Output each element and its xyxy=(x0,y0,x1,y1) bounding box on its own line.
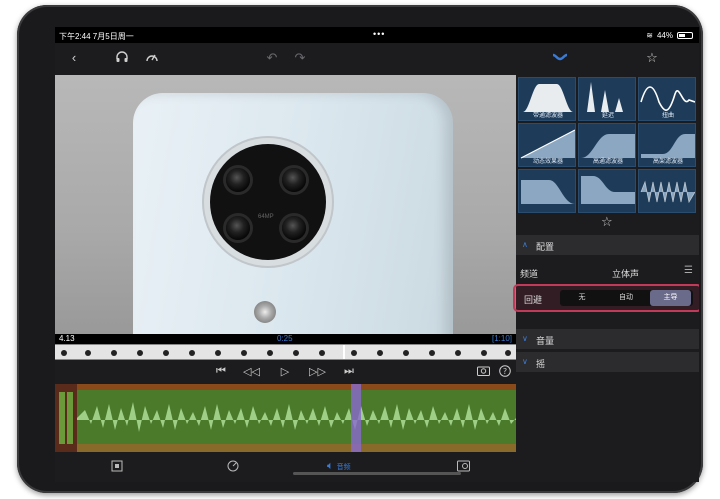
ducking-segmented-control: 无 自动 主导 xyxy=(560,290,693,306)
status-time: 下午2:44 7月5日周一 xyxy=(59,32,134,41)
status-right: ≋ 44% xyxy=(646,31,693,40)
star-icon[interactable]: ☆ xyxy=(643,50,661,66)
audio-playhead-marker[interactable] xyxy=(351,384,361,452)
screen: 下午2:44 7月5日周一 ••• ≋ 44% ‹ ↶ ↷ ☆ 64MP 4.1… xyxy=(55,27,699,482)
bottom-toolbar: 🔈︎ 音频 xyxy=(55,452,699,482)
flash xyxy=(254,301,276,323)
filter-tile-lowshelf[interactable] xyxy=(578,169,636,213)
filter-tile-lowpass[interactable] xyxy=(518,169,576,213)
timeline-center-time: 0:25 xyxy=(277,334,293,343)
chevron-down-icon: ∨ xyxy=(522,334,528,343)
channel-row[interactable]: 频道 立体声 ☰ xyxy=(516,261,699,283)
battery-percent: 44% xyxy=(656,31,673,40)
wifi-icon: ≋ xyxy=(646,31,653,40)
time-bar: 4.13 0:25 [1:10] xyxy=(55,334,516,344)
home-indicator[interactable] xyxy=(293,472,461,475)
config-section-header[interactable]: ∧ 配置 xyxy=(516,235,699,255)
duck-option-primary[interactable]: 主导 xyxy=(650,290,691,306)
step-back-button[interactable]: ◁◁ xyxy=(243,365,260,378)
filter-tile-distortion[interactable]: 扭曲 xyxy=(638,77,696,121)
list-icon[interactable]: ☰ xyxy=(684,265,693,276)
duck-option-auto[interactable]: 自动 xyxy=(606,290,646,306)
camera-module: 64MP xyxy=(204,138,332,266)
phone-image: 64MP xyxy=(133,93,453,334)
video-viewer[interactable]: 64MP xyxy=(55,75,516,334)
playhead-position: 4.13 xyxy=(59,334,75,343)
track-level-meter xyxy=(55,384,77,452)
audio-settings-icon[interactable] xyxy=(551,50,569,68)
transport-controls: ⏮ ◁◁ ▷ ▷▷ ⏭ ? xyxy=(55,360,516,384)
audio-waveform-track[interactable] xyxy=(55,384,516,452)
favorite-star-icon[interactable]: ☆ xyxy=(601,214,613,230)
help-icon[interactable]: ? xyxy=(497,365,513,380)
chevron-left-icon[interactable]: ‹ xyxy=(65,50,83,66)
speed-icon[interactable] xyxy=(227,460,239,475)
battery-icon xyxy=(677,32,693,39)
step-forward-button[interactable]: ▷▷ xyxy=(309,365,326,378)
skip-start-button[interactable]: ⏮ xyxy=(213,365,229,378)
ipad-frame: 下午2:44 7月5日周一 ••• ≋ 44% ‹ ↶ ↷ ☆ 64MP 4.1… xyxy=(17,5,703,493)
filter-tile-delay[interactable]: 延迟 xyxy=(578,77,636,121)
duck-option-none[interactable]: 无 xyxy=(562,290,602,306)
volume-section-header[interactable]: ∨ 音量 xyxy=(516,329,699,349)
filter-tile-highpass[interactable]: 高通滤波器 xyxy=(578,123,636,167)
ducking-row: 回避 无 自动 主导 xyxy=(513,283,699,313)
multitask-dots[interactable]: ••• xyxy=(373,29,385,39)
filter-tile-highshelf[interactable]: 高架滤波器 xyxy=(638,123,696,167)
svg-text:?: ? xyxy=(503,367,507,376)
chevron-down-icon: ∨ xyxy=(522,357,528,366)
undo-icon[interactable]: ↶ xyxy=(263,50,281,66)
filter-tile-dynamics[interactable]: 动态效果器 xyxy=(518,123,576,167)
snapshot-icon[interactable] xyxy=(475,365,491,379)
waveform xyxy=(77,402,516,432)
status-bar: 下午2:44 7月5日周一 ••• ≋ 44% xyxy=(55,27,699,43)
redo-icon[interactable]: ↷ xyxy=(291,50,309,66)
play-button[interactable]: ▷ xyxy=(277,365,293,378)
gauge-icon[interactable] xyxy=(143,50,161,68)
audio-effects-panel: 带通滤波器 延迟 扭曲 动态效果器 高通滤波器 高架滤波器 ☆ ∧ 配置 频道 … xyxy=(513,75,699,452)
shake-section-header[interactable]: ∨ 摇 xyxy=(516,352,699,372)
camera-label: 64MP xyxy=(258,214,274,220)
headphones-icon[interactable] xyxy=(113,50,131,68)
timeline-duration: [1:10] xyxy=(491,334,512,343)
fit-icon[interactable] xyxy=(111,460,123,475)
filter-tile-bandpass[interactable]: 带通滤波器 xyxy=(518,77,576,121)
top-toolbar: ‹ ↶ ↷ ☆ xyxy=(55,43,699,75)
filter-tile-notch[interactable] xyxy=(638,169,696,213)
chevron-up-icon: ∧ xyxy=(522,240,528,249)
video-filmstrip[interactable] xyxy=(55,344,516,360)
skip-end-button[interactable]: ⏭ xyxy=(341,365,357,378)
playhead[interactable] xyxy=(343,345,345,359)
